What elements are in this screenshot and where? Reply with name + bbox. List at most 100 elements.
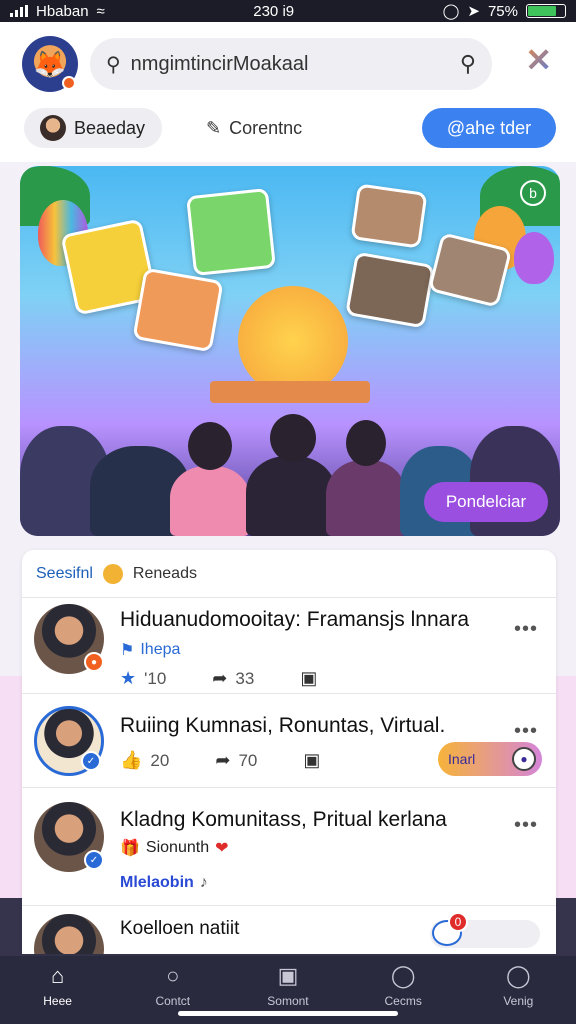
profile-avatar[interactable]: 🦊 [22,36,78,92]
chip-action-button[interactable]: @ahe tder [422,108,556,148]
avatar[interactable]: ✓ [34,802,104,872]
post-title: Koelloen natiit [120,918,240,939]
sticker-tile [186,187,276,277]
square-icon: ▣ [277,963,299,988]
like-count: 20 [150,751,170,770]
more-icon[interactable]: ••• [514,814,538,837]
subtitle-text: Ihepa [140,641,181,658]
post-title: Kladng Komunitass, Pritual kerlana [120,808,447,831]
lens-icon[interactable]: ⚲ [460,51,476,77]
star-icon: ★ [120,668,137,688]
chip-label: @ahe tder [446,117,532,138]
bookmark-icon[interactable]: ▣ [300,668,317,689]
search-bar[interactable]: ⚲ nmgimtincirMoakaal ⚲ [90,38,492,90]
nav-contacts[interactable]: ○ Contct [123,963,223,1009]
chip-avatar [40,115,66,141]
feed-tab[interactable]: Reneads [133,565,197,583]
feed-card: Seesifnl Reneads ● Hiduanudomooitay: Fra… [22,550,556,954]
nav-label: Contct [155,994,191,1008]
hero-banner[interactable]: b Pondelciar [20,166,560,536]
nav-community[interactable]: ◯ Cecms [353,963,453,1009]
info-icon[interactable]: b [520,180,546,206]
nav-moment[interactable]: ▣ Somont [238,963,338,1009]
badge-icon: ● [84,652,104,672]
balloon-graphic [514,232,554,284]
close-button[interactable]: ✕ [525,44,552,76]
list-item[interactable]: ✓ Kladng Komunitass, Pritual kerlana 🎁 S… [22,788,556,906]
chat-icon: ○ [166,963,180,988]
avatar[interactable]: ✓ [34,706,104,776]
location-icon: ➤ [467,3,480,20]
share-button[interactable]: ➦ 33 [212,668,254,689]
chip-label: Corentnc [229,117,303,138]
gift-icon: 🎁 [120,840,140,857]
user-icon: ◯ [506,963,531,988]
home-icon: ⌂ [50,963,65,988]
top-header: 🦊 ⚲ nmgimtincirMoakaal ⚲ ✕ Beaeday ✎ Cor… [0,22,576,162]
post-title: Ruiing Kumnasi, Ronuntas, Virtual. [120,714,446,737]
post-subtitle: 🎁 Sionunth ❤ [120,838,229,858]
more-icon[interactable]: ••• [514,618,538,641]
tag-text: Mlelaobin [120,874,194,891]
post-tag[interactable]: Mlelaobin ♪ [120,874,208,892]
post-stats: ★ '10 ➦ 33 ▣ [120,668,325,689]
feed-tab-active[interactable]: Seesifnl [36,565,93,583]
wifi-icon: ≈ [96,2,105,20]
list-item[interactable]: ● Hiduanudomooitay: Framansjs lnnara ⚑ I… [22,598,556,694]
post-stats: 👍 20 ➦ 70 ▣ [120,750,328,771]
post-title: Hiduanudomooitay: Framansjs lnnara [120,608,470,631]
badge-icon: ✓ [81,751,101,771]
hero-action-button[interactable]: Pondelciar [424,482,548,522]
search-icon: ⚲ [106,53,121,76]
music-icon: ♪ [199,874,208,891]
feed-header: Seesifnl Reneads [22,550,556,598]
list-item[interactable]: ✓ Ruiing Kumnasi, Ronuntas, Virtual. 👍 20… [22,694,556,788]
photo-tile [350,183,428,249]
search-input[interactable]: nmgimtincirMoakaal [131,53,450,76]
person-icon: ◯ [390,963,416,988]
subtitle-text: Sionunth [145,839,210,856]
home-indicator [178,1011,398,1016]
notification-dot [62,76,76,90]
battery-percent: 75% [487,2,518,20]
thumbs-up-icon: 👍 [120,750,143,770]
share-button[interactable]: ➦ 70 [215,750,257,771]
bookmark-icon[interactable]: ▣ [303,750,320,771]
chip-label: Beaeday [74,117,146,138]
alarm-icon: ◯ [442,3,460,20]
record-pill[interactable]: Inarl ● [438,742,542,776]
comment-count-badge: 0 [448,912,468,932]
signal-icon [10,5,28,17]
like-button[interactable]: ★ '10 [120,668,166,689]
like-count: '10 [144,669,167,688]
like-button[interactable]: 👍 20 [120,750,169,771]
share-icon: ➦ [215,750,231,770]
badge-icon: ✓ [84,850,104,870]
pill-label: Inarl [448,751,476,767]
nav-profile[interactable]: ◯ Venig [468,963,568,1009]
share-icon: ➦ [212,668,228,688]
nav-label: Cecms [384,994,422,1008]
avatar[interactable]: ● [34,604,104,674]
more-icon[interactable]: ••• [514,720,538,743]
coin-icon [102,563,123,584]
nav-home[interactable]: ⌂ Heee [8,963,108,1009]
share-count: 70 [238,751,258,770]
carrier-label: Hbaban [36,2,89,20]
nav-label: Venig [503,994,534,1008]
photo-tile [345,251,435,329]
close-icon: ✕ [525,42,552,78]
status-bar: Hbaban ≈ 230 i9 ◯ ➤ 75% [0,0,576,22]
fox-icon: 🦊 [33,48,67,79]
chip-birthday[interactable]: Beaeday [24,108,162,148]
share-count: 33 [235,669,255,688]
tag-icon: ⚑ [120,642,135,659]
avatar[interactable] [34,914,104,954]
heart-icon: ❤ [215,840,229,857]
battery-icon [526,4,566,18]
sun-graphic [238,286,348,396]
post-subtitle: ⚑ Ihepa [120,640,180,660]
sticker-tile [132,267,224,353]
chip-comment[interactable]: ✎ Corentnc [190,108,330,148]
record-icon: ● [512,747,536,771]
